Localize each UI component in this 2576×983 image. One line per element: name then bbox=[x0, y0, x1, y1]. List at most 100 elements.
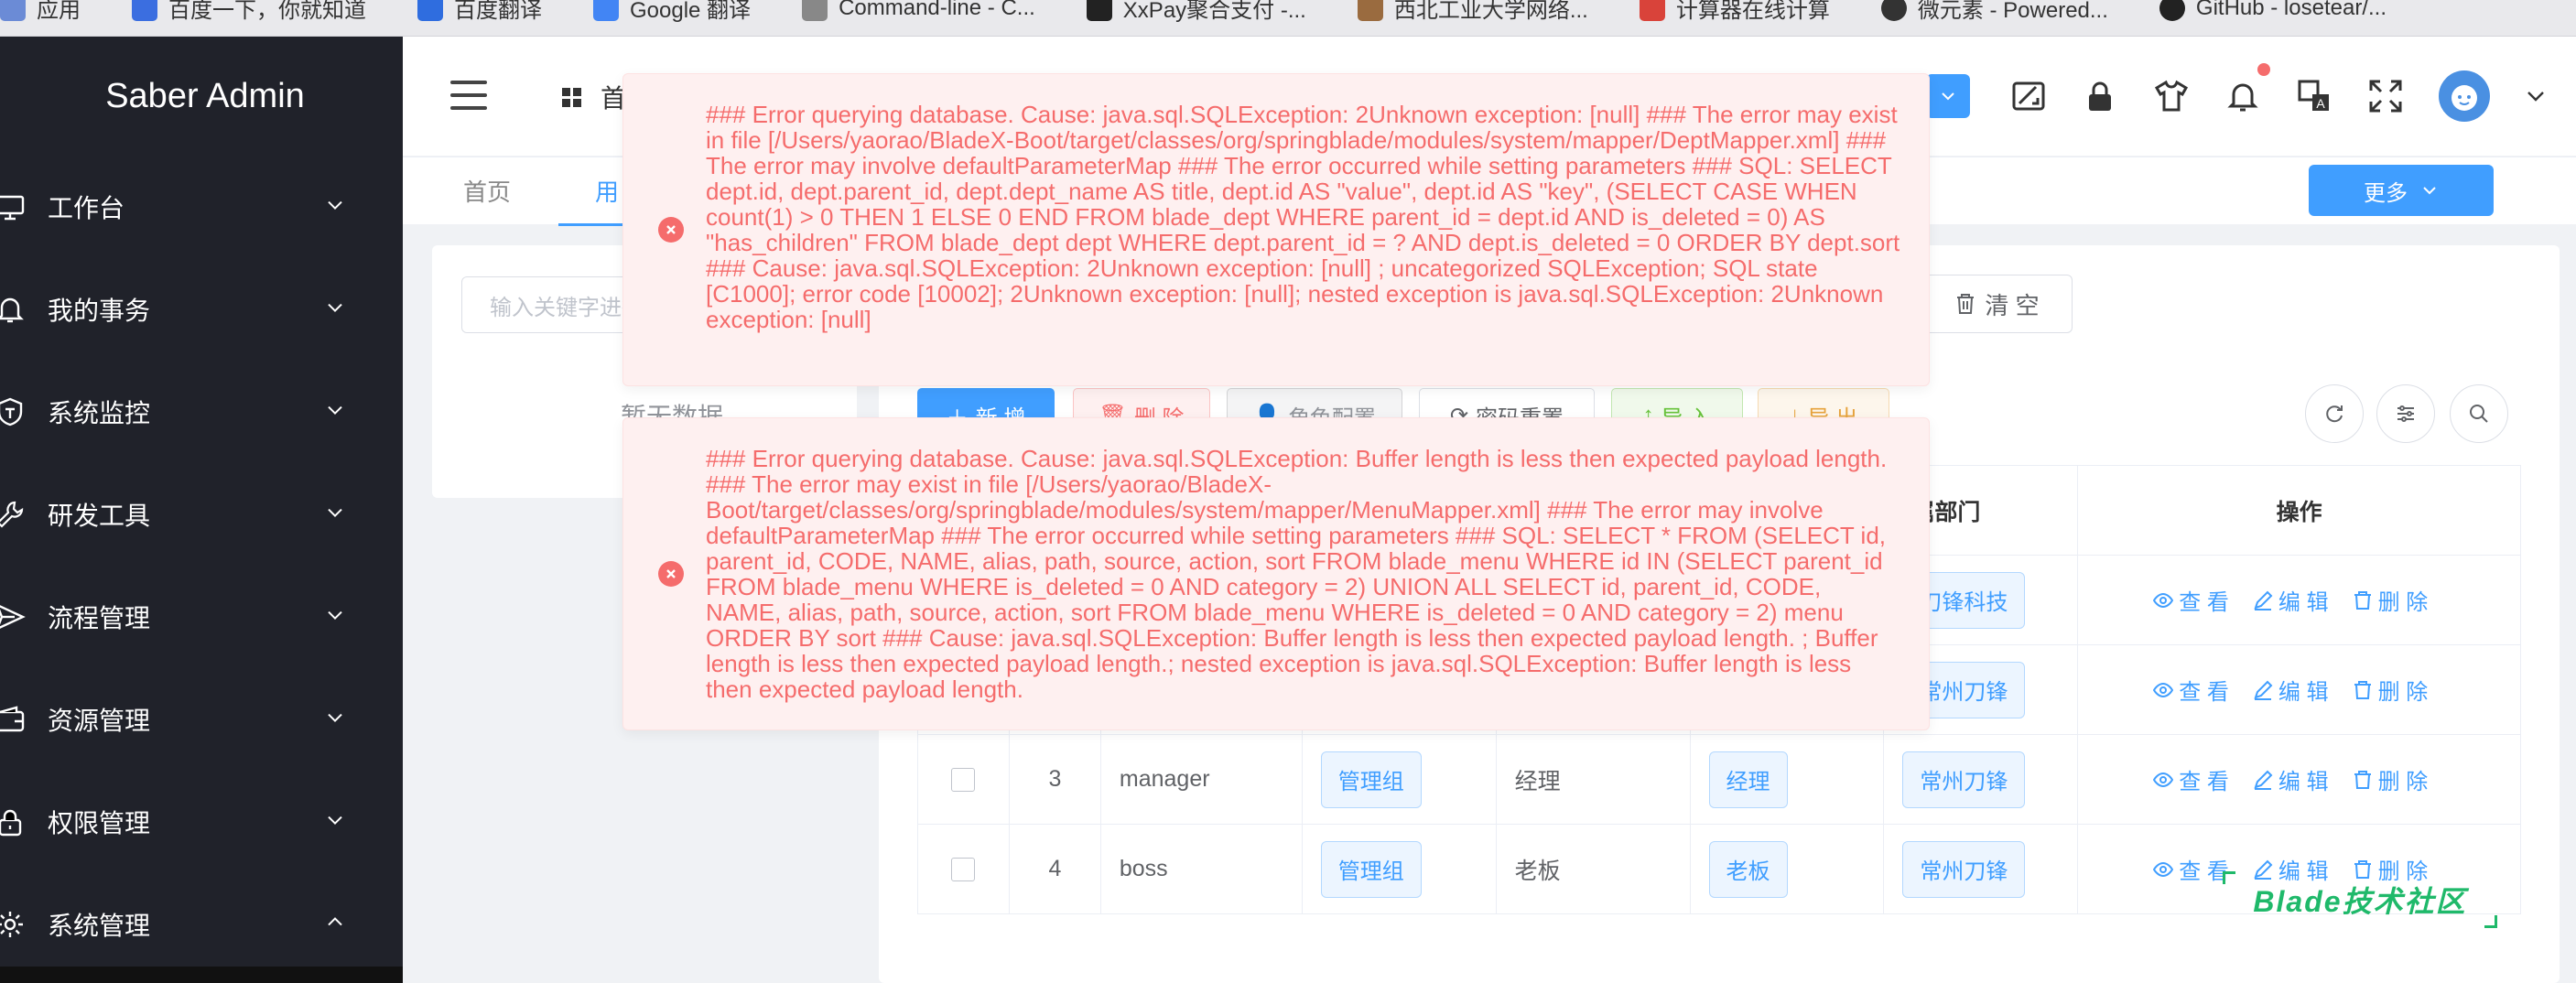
row-name: 经理 bbox=[1497, 735, 1691, 824]
monitor-icon bbox=[0, 195, 25, 221]
chevron-down-icon bbox=[2423, 187, 2436, 195]
view-button[interactable]: 查 看 bbox=[2153, 674, 2229, 706]
avatar[interactable] bbox=[2439, 70, 2490, 122]
row-account: boss bbox=[1101, 825, 1303, 913]
edit-button[interactable]: 编 辑 bbox=[2253, 763, 2329, 795]
chevron-down-icon bbox=[328, 816, 342, 826]
search-toggle-button[interactable] bbox=[2450, 384, 2508, 443]
weiyuansu-icon bbox=[1880, 0, 1907, 21]
notification-bell[interactable] bbox=[2224, 63, 2270, 114]
watermark-corner bbox=[2223, 871, 2235, 884]
tenant-tag: 管理组 bbox=[1320, 751, 1422, 808]
row-checkbox[interactable] bbox=[951, 767, 976, 792]
edit-icon bbox=[2254, 590, 2273, 610]
chevron-down-icon bbox=[328, 405, 342, 416]
bookmark-baidu-translate[interactable]: 百度翻译 bbox=[417, 0, 542, 27]
bookmark-baidu[interactable]: 百度一下，你就知道 bbox=[132, 0, 366, 27]
university-icon bbox=[1357, 0, 1383, 21]
refresh-icon bbox=[2326, 405, 2343, 423]
clear-button[interactable]: 清 空 bbox=[1922, 275, 2073, 333]
table-row: 3 manager 管理组 经理 经理 常州刀锋 查 看 编 辑 删 除 bbox=[918, 735, 2521, 825]
send-icon bbox=[0, 605, 26, 629]
sidebar-item-permissions[interactable]: 权限管理 bbox=[0, 771, 403, 873]
chevron-up-icon bbox=[328, 917, 342, 926]
bookmark-command-line[interactable]: Command-line - C... bbox=[802, 0, 1035, 27]
sidebar-item-resources[interactable]: 资源管理 bbox=[0, 668, 403, 771]
bookmark-nwpu[interactable]: 西北工业大学网络... bbox=[1357, 0, 1588, 27]
bell-icon bbox=[0, 297, 24, 323]
notification-badge bbox=[2257, 63, 2270, 76]
trash-icon bbox=[1957, 294, 1975, 314]
error-text: ### Error querying database. Cause: java… bbox=[706, 101, 1900, 333]
eye-icon bbox=[2153, 682, 2174, 697]
sidebar-item-dev-tools[interactable]: 研发工具 bbox=[0, 463, 403, 566]
wrench-icon bbox=[0, 501, 24, 528]
chevron-down-icon bbox=[328, 200, 342, 211]
error-message: ### Error querying database. Cause: java… bbox=[622, 417, 1930, 730]
grid-icon bbox=[562, 88, 581, 107]
delete-row-button[interactable]: 删 除 bbox=[2353, 584, 2428, 616]
sidebar: Saber Admin 工作台 我的事务 系统监控 研发工具 流程管理 资源管理… bbox=[0, 37, 403, 983]
sidebar-item-workbench[interactable]: 工作台 bbox=[0, 156, 403, 258]
header-actions: 操作 bbox=[2078, 466, 2521, 555]
error-text: ### Error querying database. Cause: java… bbox=[706, 445, 1888, 703]
lock-icon[interactable] bbox=[2082, 78, 2118, 114]
shield-icon bbox=[0, 397, 23, 427]
baidu-icon bbox=[132, 0, 157, 21]
watermark-corner bbox=[2484, 915, 2497, 928]
view-button[interactable]: 查 看 bbox=[2153, 584, 2229, 616]
tenant-tag: 管理组 bbox=[1320, 840, 1422, 898]
refresh-button[interactable] bbox=[2305, 384, 2364, 443]
error-circle-icon bbox=[658, 217, 684, 243]
column-settings-button[interactable] bbox=[2376, 384, 2435, 443]
chevron-down-icon bbox=[328, 610, 342, 621]
hamburger-menu-icon[interactable] bbox=[450, 81, 487, 112]
sidebar-item-my-affairs[interactable]: 我的事务 bbox=[0, 258, 403, 361]
bookmark-google-translate[interactable]: Google 翻译 bbox=[593, 0, 751, 27]
eye-icon bbox=[2153, 592, 2174, 608]
header-actions: A bbox=[1926, 37, 2576, 156]
more-button[interactable]: 更多 bbox=[2309, 165, 2494, 216]
bookmark-apps[interactable]: 应用 bbox=[0, 0, 81, 27]
edit-icon bbox=[2254, 680, 2273, 700]
command-line-icon bbox=[802, 0, 828, 21]
delete-row-button[interactable]: 删 除 bbox=[2353, 674, 2428, 706]
shirt-icon[interactable] bbox=[2153, 78, 2190, 114]
sidebar-item-monitor[interactable]: 系统监控 bbox=[0, 361, 403, 463]
bookmark-weiyuansu[interactable]: 微元素 - Powered... bbox=[1880, 0, 2108, 27]
tab-user[interactable]: 用 bbox=[595, 174, 619, 208]
lock-icon bbox=[0, 809, 22, 837]
row-index: 3 bbox=[1010, 735, 1101, 824]
view-button[interactable]: 查 看 bbox=[2153, 853, 2229, 885]
chevron-down-icon bbox=[328, 303, 342, 313]
edit-button[interactable]: 编 辑 bbox=[2253, 584, 2329, 616]
view-button[interactable]: 查 看 bbox=[2153, 763, 2229, 795]
tab-home[interactable]: 首页 bbox=[463, 174, 511, 208]
theme-toggle-icon[interactable] bbox=[1926, 74, 1970, 118]
error-circle-icon bbox=[658, 561, 684, 587]
edit-button[interactable]: 编 辑 bbox=[2253, 674, 2329, 706]
fullscreen-icon[interactable] bbox=[2367, 78, 2404, 114]
dept-tag: 常州刀锋 bbox=[1902, 751, 2026, 808]
chevron-down-icon bbox=[328, 713, 342, 723]
gear-icon bbox=[0, 912, 23, 937]
sidebar-item-system[interactable]: 系统管理 bbox=[0, 873, 403, 976]
delete-row-button[interactable]: 删 除 bbox=[2353, 763, 2428, 795]
row-checkbox[interactable] bbox=[951, 857, 976, 881]
sidebar-item-flow[interactable]: 流程管理 bbox=[0, 566, 403, 668]
bookmark-calculator[interactable]: 计算器在线计算 bbox=[1639, 0, 1830, 27]
chevron-down-icon bbox=[328, 508, 342, 518]
google-translate-icon bbox=[593, 0, 619, 21]
bookmark-github[interactable]: GitHub - losetear/... bbox=[2159, 0, 2387, 27]
calculator-icon bbox=[1639, 0, 1665, 21]
edit-icon bbox=[2254, 770, 2273, 790]
screenshot-icon[interactable] bbox=[2010, 78, 2047, 114]
app-title[interactable]: Saber Admin bbox=[0, 37, 403, 156]
bookmark-xxpay[interactable]: XxPay聚合支付 -... bbox=[1086, 0, 1306, 27]
row-index: 4 bbox=[1010, 825, 1101, 913]
chevron-down-icon[interactable] bbox=[2523, 83, 2549, 109]
trash-icon bbox=[2354, 680, 2371, 699]
svg-text:A: A bbox=[2316, 96, 2325, 111]
sidebar-submenu-start bbox=[0, 967, 403, 983]
translate-icon[interactable]: A bbox=[2296, 78, 2332, 114]
